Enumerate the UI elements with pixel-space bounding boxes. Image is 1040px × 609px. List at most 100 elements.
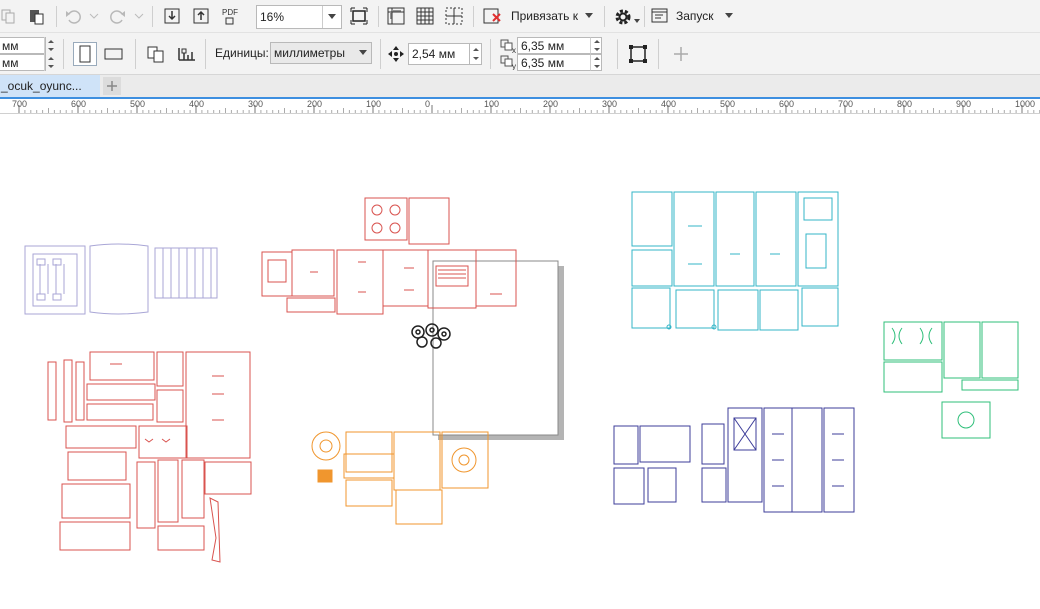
page-width-value: мм	[2, 39, 19, 53]
undo-dropdown-icon[interactable]	[89, 12, 99, 20]
units-dropdown-icon[interactable]	[355, 43, 371, 63]
all-pages-layout-icon[interactable]	[144, 42, 168, 66]
ruler-tick-label: 500	[130, 99, 145, 109]
ruler-tick-label: 500	[720, 99, 735, 109]
ruler-tick-label: 0	[425, 99, 430, 109]
ruler-tick-label: 400	[661, 99, 676, 109]
duplicate-distance-y-icon: y	[499, 54, 517, 70]
copy-icon[interactable]	[0, 8, 16, 24]
page-width-field[interactable]: мм	[0, 37, 46, 54]
standard-toolbar: PDF 16% Привязать к Запуск	[0, 0, 1040, 33]
ruler-tick-label: 900	[956, 99, 971, 109]
nudge-distance-spinner[interactable]	[470, 43, 482, 65]
nudge-distance-icon	[386, 44, 406, 64]
lavender-parts-group[interactable]	[24, 243, 218, 315]
duplicate-x-spinner[interactable]	[590, 37, 602, 54]
separator	[617, 39, 618, 69]
options-dropdown-icon[interactable]	[634, 19, 640, 25]
ruler-tick-label: 300	[248, 99, 263, 109]
property-bar: мм мм Единицы: миллиметры 2,54 мм x 6,35…	[0, 33, 1040, 75]
ruler-tick-label: 100	[366, 99, 381, 109]
separator	[56, 6, 57, 27]
ruler-tick-label: 300	[602, 99, 617, 109]
show-guidelines-icon[interactable]	[444, 6, 464, 26]
separator	[604, 6, 605, 27]
ruler-ticks: 700 600 500 400 300 200 100 0 100 200 300 400 500 600…	[12, 99, 1040, 113]
separator	[380, 39, 381, 69]
ruler-tick-label: 700	[838, 99, 853, 109]
undo-icon[interactable]	[64, 8, 82, 24]
page-height-field[interactable]: мм	[0, 54, 46, 71]
show-grid-icon[interactable]	[415, 6, 435, 26]
separator	[473, 6, 474, 27]
redo-dropdown-icon[interactable]	[134, 12, 144, 20]
current-page-layout-icon[interactable]	[174, 42, 198, 66]
page-width-spinner[interactable]	[44, 37, 56, 54]
ruler-tick-label: 100	[484, 99, 499, 109]
ruler-tick-label: 200	[307, 99, 322, 109]
launch-dropdown-icon[interactable]	[724, 12, 734, 20]
publish-pdf-icon[interactable]: PDF	[219, 6, 241, 26]
nudge-distance-field[interactable]: 2,54 мм	[408, 43, 470, 65]
add-toolbar-item-icon[interactable]	[672, 45, 690, 63]
redo-icon[interactable]	[109, 8, 127, 24]
zoom-level-combo[interactable]: 16%	[256, 5, 342, 29]
snap-to-label[interactable]: Привязать к	[511, 9, 578, 23]
new-document-tab-icon[interactable]	[103, 77, 121, 95]
separator	[490, 39, 491, 69]
launch-app-icon[interactable]	[651, 8, 669, 24]
drawing-area[interactable]	[0, 114, 1040, 606]
duplicate-x-field[interactable]: 6,35 мм	[517, 37, 591, 54]
ruler-tick-label: 800	[897, 99, 912, 109]
zoom-value: 16%	[260, 10, 285, 24]
ruler-tick-label: 600	[71, 99, 86, 109]
document-tab-label: _ocuk_oyunc...	[1, 79, 82, 93]
options-gear-icon[interactable]	[613, 7, 633, 27]
orange-parts-group[interactable]	[311, 431, 489, 525]
cyan-parts-group[interactable]	[631, 191, 839, 331]
duplicate-distance-x-icon: x	[499, 38, 517, 54]
units-label: Единицы:	[215, 46, 269, 60]
separator	[644, 6, 645, 27]
zoom-dropdown-icon[interactable]	[322, 6, 341, 28]
document-tab[interactable]: _ocuk_oyunc...	[0, 75, 100, 97]
page-frame	[432, 260, 564, 440]
duplicate-y-field[interactable]: 6,35 мм	[517, 54, 591, 71]
nudge-distance-value: 2,54 мм	[412, 47, 456, 61]
treat-as-filled-icon[interactable]	[626, 42, 650, 66]
landscape-orientation-icon[interactable]	[102, 42, 126, 66]
red-bottom-parts-group[interactable]	[47, 351, 252, 563]
ruler-tick-label: 400	[189, 99, 204, 109]
separator	[135, 39, 136, 69]
import-icon[interactable]	[163, 7, 181, 25]
pdf-label: PDF	[222, 7, 238, 17]
paste-icon[interactable]	[27, 7, 45, 25]
snap-off-icon[interactable]	[482, 6, 502, 26]
units-value: миллиметры	[274, 46, 345, 60]
drawing-canvas[interactable]	[0, 114, 1040, 606]
show-rulers-icon[interactable]	[386, 6, 406, 26]
dup-x-axis-letter: x	[512, 46, 516, 54]
duplicate-y-spinner[interactable]	[590, 54, 602, 71]
dup-y-axis-letter: y	[512, 62, 516, 70]
separator	[152, 6, 153, 27]
page-height-value: мм	[2, 56, 19, 70]
ruler-tick-label: 600	[779, 99, 794, 109]
snap-dropdown-icon[interactable]	[584, 12, 594, 20]
full-screen-icon[interactable]	[350, 7, 368, 25]
document-tab-bar: _ocuk_oyunc...	[0, 75, 1040, 99]
duplicate-x-value: 6,35 мм	[521, 39, 565, 53]
export-icon[interactable]	[192, 7, 210, 25]
units-select[interactable]: миллиметры	[270, 42, 372, 64]
separator	[205, 39, 206, 69]
portrait-orientation-icon[interactable]	[73, 42, 97, 66]
separator	[63, 39, 64, 69]
navy-parts-group[interactable]	[613, 407, 855, 513]
ruler-tick-label: 1000	[1015, 99, 1035, 109]
ruler-tick-label: 700	[12, 99, 27, 109]
page-height-spinner[interactable]	[44, 54, 56, 71]
horizontal-ruler[interactable]: 700 600 500 400 300 200 100 0 100 200 300 400 500 600…	[0, 99, 1040, 114]
launch-label[interactable]: Запуск	[676, 9, 714, 23]
separator	[658, 39, 659, 69]
green-parts-group[interactable]	[883, 321, 1019, 439]
